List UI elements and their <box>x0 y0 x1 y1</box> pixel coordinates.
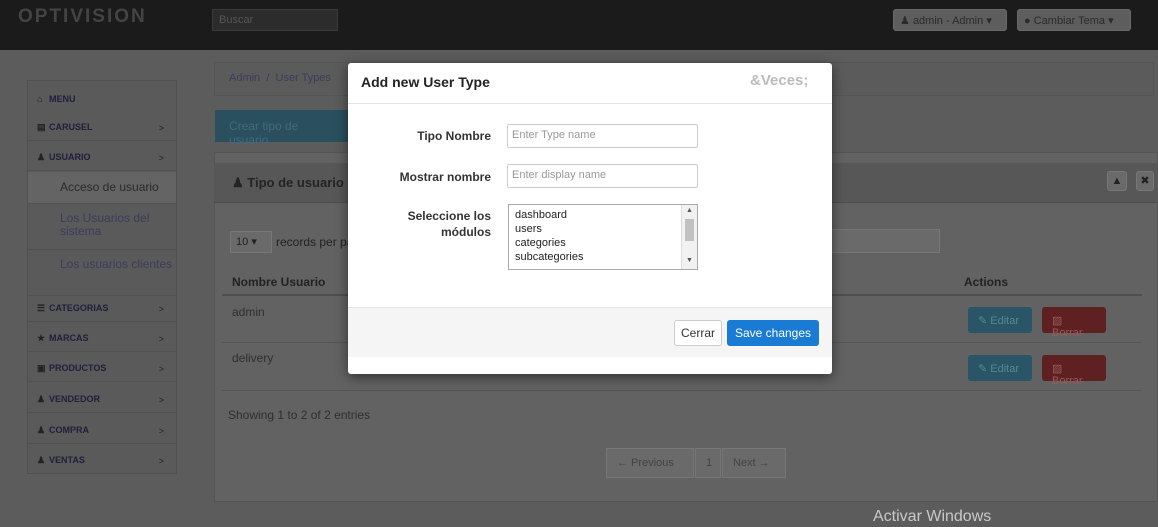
sidebar-item-marcas[interactable]: ★ MARCAS > <box>28 328 176 352</box>
chevron-right-icon: > <box>158 334 164 344</box>
chevron-right-icon: > <box>158 123 164 133</box>
scroll-up-icon[interactable]: ▲ <box>686 207 693 214</box>
edit-button[interactable]: ✎ Editar <box>968 307 1032 333</box>
sidebar-item-compra[interactable]: ♟ COMPRA > <box>28 420 176 444</box>
trash-icon: ▨ <box>1052 315 1063 327</box>
list-icon: ☰ <box>37 303 46 313</box>
sidebar-menu-header: ⌂ MENU <box>37 94 76 104</box>
table-search-input[interactable] <box>830 229 940 253</box>
module-option[interactable]: dashboard <box>509 205 697 222</box>
save-changes-button[interactable]: Save changes <box>727 320 819 346</box>
pagination-previous[interactable]: ← Previous <box>606 448 694 478</box>
chevron-up-icon[interactable]: ▲ <box>1107 171 1127 191</box>
chevron-right-icon: > <box>158 364 164 374</box>
modal-title: Add new User Type <box>361 74 490 90</box>
sidebar-item-categorias[interactable]: ☰ CATEGORIAS > <box>28 298 176 322</box>
user-icon: ♟ <box>37 152 46 162</box>
user-icon: ♟ <box>37 394 46 404</box>
sidebar-item-vendedor[interactable]: ♟ VENDEDOR > <box>28 389 176 413</box>
modules-multiselect[interactable]: dashboard users categories subcategories <box>508 204 698 270</box>
modal-close-button[interactable]: &Veces; <box>750 72 808 89</box>
breadcrumb-current: User Types <box>275 72 331 84</box>
theme-menu-label: Cambiar Tema <box>1033 15 1106 27</box>
caret-down-icon: ▾ <box>986 15 992 27</box>
type-name-label: Tipo Nombre <box>417 129 491 143</box>
row-divider <box>222 390 1142 391</box>
activation-watermark: Activar Windows <box>873 508 992 525</box>
edit-button[interactable]: ✎ Editar <box>968 355 1032 381</box>
user-menu-button[interactable]: ♟ admin - Admin ▾ <box>893 9 1007 31</box>
breadcrumb-admin[interactable]: Admin <box>229 72 260 84</box>
scrollbar-thumb[interactable] <box>685 219 694 241</box>
create-user-type-button[interactable]: Crear tipo de usuario <box>215 110 350 147</box>
delete-button[interactable]: ▨ Borrar <box>1042 307 1106 339</box>
pagination-page[interactable]: 1 <box>695 448 721 478</box>
table-row-name: admin <box>232 305 265 319</box>
tint-icon: ● <box>1024 15 1031 27</box>
star-icon: ★ <box>37 333 46 343</box>
modal-header-divider <box>348 103 832 104</box>
sidebar-item-ventas[interactable]: ♟ VENTAS > <box>28 450 176 474</box>
column-header-name[interactable]: Nombre Usuario <box>232 275 325 289</box>
display-name-input[interactable]: Enter display name <box>507 164 698 188</box>
theme-menu-button[interactable]: ● Cambiar Tema ▾ <box>1017 9 1131 31</box>
sidebar-subitem-usuarios-sistema[interactable]: Los Usuarios del sistema <box>28 204 176 250</box>
modules-scrollbar[interactable]: ▲ ▼ <box>681 205 697 269</box>
scroll-down-icon[interactable]: ▼ <box>686 257 693 264</box>
caret-down-icon: ▾ <box>1108 15 1114 27</box>
image-icon: ▤ <box>37 122 46 132</box>
user-icon: ♟ <box>900 15 910 27</box>
type-name-input[interactable]: Enter Type name <box>507 124 698 148</box>
delete-button[interactable]: ▨ Borrar <box>1042 355 1106 387</box>
chevron-right-icon: > <box>158 153 164 163</box>
sidebar-subitem-acceso[interactable]: Acceso de usuario <box>28 172 176 204</box>
modules-label: Seleccione los módulos <box>407 209 491 239</box>
display-name-label: Mostrar nombre <box>399 170 491 184</box>
sidebar-item-productos[interactable]: ▣ PRODUCTOS > <box>28 358 176 382</box>
chevron-right-icon: > <box>158 395 164 405</box>
module-option[interactable]: users <box>509 222 697 236</box>
sidebar-subitem-usuarios-clientes[interactable]: Los usuarios clientes <box>28 250 176 296</box>
cancel-button[interactable]: Cerrar <box>674 320 722 346</box>
briefcase-icon: ▣ <box>37 363 46 373</box>
home-icon: ⌂ <box>37 94 43 104</box>
table-row-name: delivery <box>232 351 274 365</box>
caret-down-icon: ▾ <box>251 236 257 248</box>
user-icon: ♟ <box>37 455 46 465</box>
pagination-next[interactable]: Next → <box>722 448 786 478</box>
chevron-right-icon: > <box>158 456 164 466</box>
trash-icon: ▨ <box>1052 363 1063 375</box>
page-length-select[interactable]: 10 ▾ <box>230 231 272 253</box>
sidebar-item-carusel[interactable]: ▤ CARUSEL > <box>28 117 176 141</box>
user-icon: ♟ <box>232 175 244 190</box>
chevron-right-icon: > <box>158 304 164 314</box>
user-menu-label: admin - Admin <box>912 15 984 27</box>
table-info: Showing 1 to 2 of 2 entries <box>228 408 371 422</box>
panel-title: Tipo de usuario <box>247 175 344 190</box>
edit-icon: ✎ <box>978 315 988 327</box>
brand-logo[interactable]: OPTIVISION <box>18 6 147 28</box>
module-option[interactable]: subcategories <box>509 250 697 264</box>
chevron-right-icon: > <box>158 426 164 436</box>
user-icon: ♟ <box>37 425 46 435</box>
search-input[interactable]: Buscar <box>212 9 338 31</box>
close-icon[interactable]: ✖ <box>1136 171 1154 191</box>
module-option[interactable]: categories <box>509 236 697 250</box>
edit-icon: ✎ <box>978 363 988 375</box>
sidebar-item-usuario[interactable]: ♟ USUARIO > <box>28 147 176 171</box>
column-header-actions: Actions <box>964 275 1009 289</box>
